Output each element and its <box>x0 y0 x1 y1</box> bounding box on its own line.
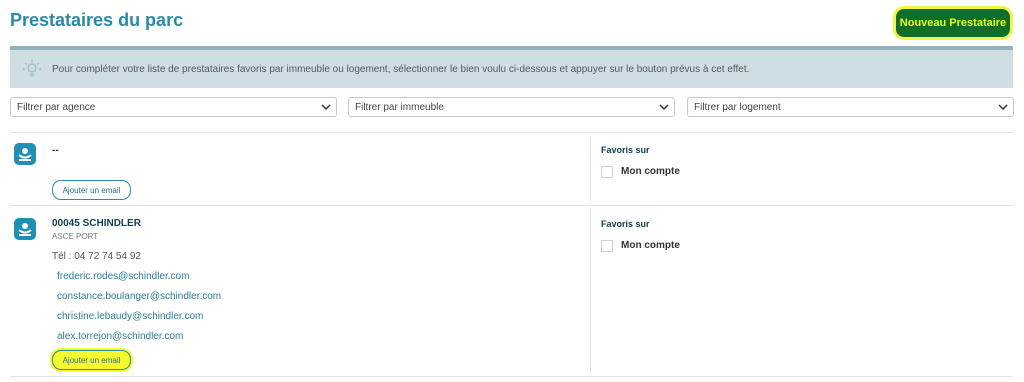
favorites-label: Favoris sur <box>601 145 650 155</box>
mon-compte-label: Mon compte <box>621 166 680 177</box>
email-link[interactable]: christine.lebaudy@schindler.com <box>57 311 203 322</box>
provider-phone: Tél : 04 72 74 54 92 <box>52 251 141 262</box>
mon-compte-label: Mon compte <box>621 240 680 251</box>
column-divider <box>590 208 591 373</box>
mon-compte-checkbox[interactable] <box>601 166 613 178</box>
email-link[interactable]: constance.boulanger@schindler.com <box>57 291 221 302</box>
email-link[interactable]: alex.torrejon@schindler.com <box>57 331 183 342</box>
chevron-down-icon <box>659 104 669 111</box>
favorites-label: Favoris sur <box>601 219 650 229</box>
info-banner: Pour compléter votre liste de prestatair… <box>10 46 1013 88</box>
divider <box>10 376 1013 377</box>
new-provider-button[interactable]: Nouveau Prestataire <box>896 9 1010 37</box>
info-text: Pour compléter votre liste de prestatair… <box>52 63 750 75</box>
provider-subtitle: ASCE PORT <box>52 232 99 241</box>
page-title: Prestataires du parc <box>10 10 184 30</box>
mon-compte-checkbox[interactable] <box>601 240 613 252</box>
add-email-button[interactable]: Ajouter un email <box>52 180 131 200</box>
filter-logement-select[interactable]: Filtrer par logement <box>687 97 1014 117</box>
provider-avatar-icon <box>14 143 36 165</box>
divider <box>10 205 1013 206</box>
divider <box>10 132 1013 133</box>
provider-name: 00045 SCHINDLER <box>52 218 141 229</box>
filter-logement-value: Filtrer par logement <box>694 101 781 113</box>
provider-avatar-icon <box>14 218 36 240</box>
filter-agence-value: Filtrer par agence <box>17 101 96 113</box>
filter-immeuble-select[interactable]: Filtrer par immeuble <box>348 97 675 117</box>
lightbulb-icon <box>23 60 41 77</box>
filter-immeuble-value: Filtrer par immeuble <box>355 101 444 113</box>
provider-name: -- <box>52 145 59 156</box>
chevron-down-icon <box>321 104 331 111</box>
email-link[interactable]: frederic.rodes@schindler.com <box>57 271 189 282</box>
column-divider <box>590 136 591 202</box>
filter-agence-select[interactable]: Filtrer par agence <box>10 97 337 117</box>
add-email-button[interactable]: Ajouter un email <box>52 350 131 370</box>
chevron-down-icon <box>998 104 1008 111</box>
